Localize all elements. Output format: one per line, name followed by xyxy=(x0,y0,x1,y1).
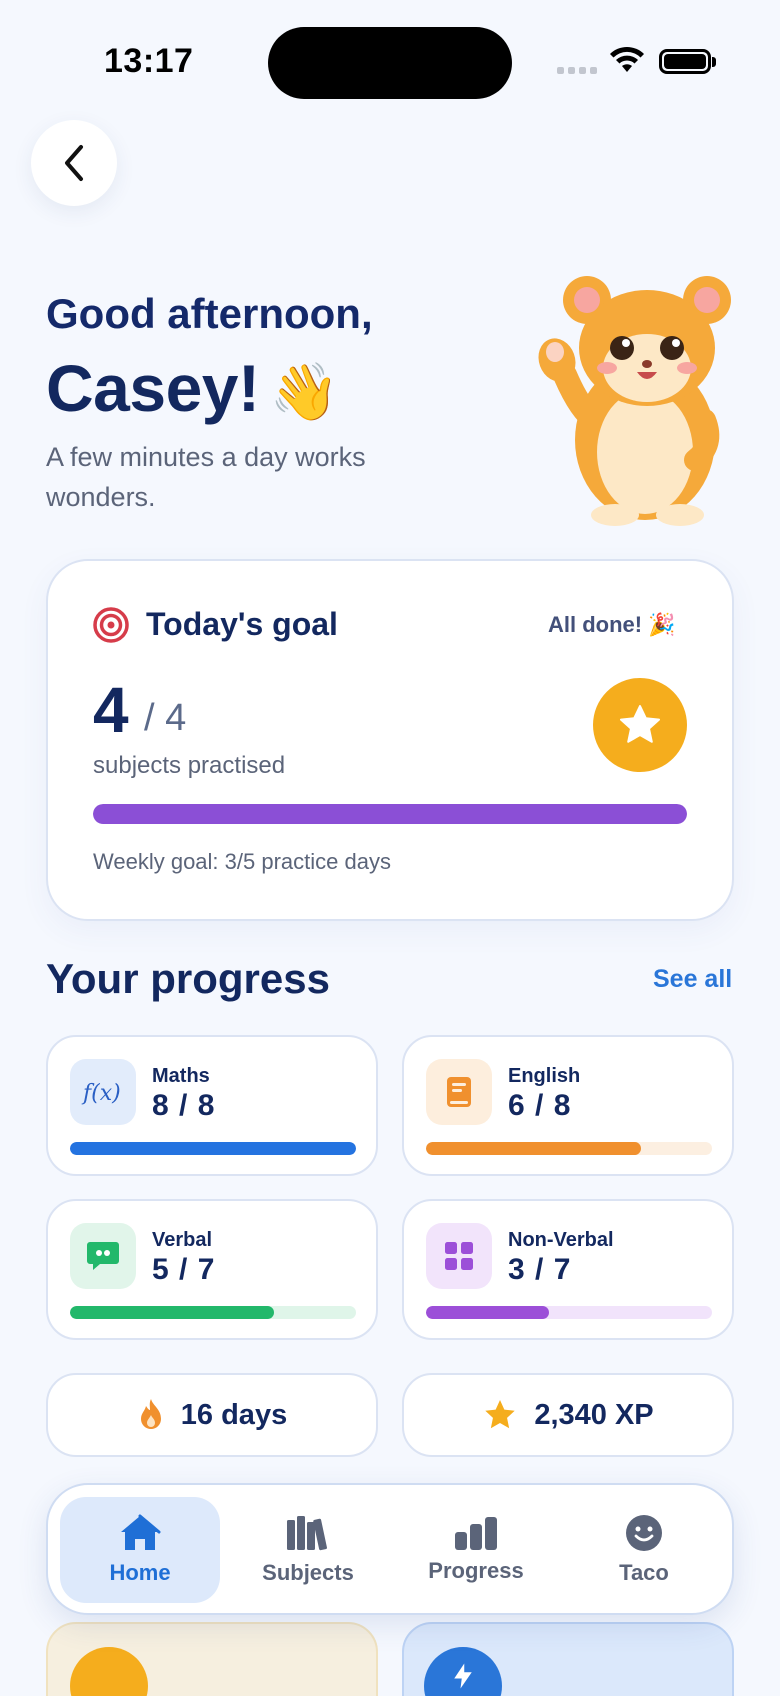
tab-taco[interactable]: Taco xyxy=(564,1497,724,1603)
greeting-subtitle: A few minutes a day works wonders. xyxy=(46,442,366,512)
subject-progress-fill xyxy=(70,1306,275,1319)
subject-icon-box xyxy=(426,1059,492,1125)
subject-progress-bar xyxy=(70,1306,356,1319)
streak-text: 16 days xyxy=(180,1398,288,1431)
star-icon xyxy=(620,705,660,743)
goal-progress-bar xyxy=(93,804,687,824)
progress-section-title: Your progress xyxy=(46,955,330,1002)
subject-name: Maths xyxy=(152,1065,210,1087)
goal-status: All done! 🎉 xyxy=(548,612,676,637)
shapes-grid-icon xyxy=(445,1242,473,1270)
subject-icon-box: f(x) xyxy=(70,1059,136,1125)
waving-hand-icon: 👋 xyxy=(269,360,339,423)
greeting-line: Good afternoon, xyxy=(46,290,373,337)
subject-name: Verbal xyxy=(152,1229,213,1251)
cellular-signal-icon xyxy=(557,67,597,77)
goal-title: Today's goal xyxy=(146,606,338,642)
xp-pill[interactable]: 2,340 XP xyxy=(402,1373,734,1457)
subject-progress-bar xyxy=(426,1142,712,1155)
subject-name: English xyxy=(508,1065,581,1087)
function-icon: f(x) xyxy=(81,1081,121,1106)
book-icon xyxy=(447,1077,471,1107)
subject-progress-fill xyxy=(426,1306,549,1319)
subject-score: 5 / 7 xyxy=(152,1253,216,1286)
xp-text: 2,340 XP xyxy=(534,1398,654,1431)
target-icon xyxy=(93,607,129,643)
goal-progress-fill xyxy=(93,804,687,824)
tab-home[interactable]: Home xyxy=(60,1497,220,1603)
subject-icon-box xyxy=(70,1223,136,1289)
tab-progress[interactable]: Progress xyxy=(396,1497,556,1603)
chevron-left-icon xyxy=(65,145,83,181)
tab-label: Subjects xyxy=(262,1560,354,1585)
weekly-goal-text: Weekly goal: 3/5 practice days xyxy=(93,849,391,874)
subject-score: 6 / 8 xyxy=(508,1089,572,1122)
subject-progress-bar xyxy=(70,1142,356,1155)
home-icon xyxy=(121,1514,161,1550)
subject-card-english[interactable]: English 6 / 8 xyxy=(402,1035,734,1176)
flame-icon xyxy=(140,1399,161,1429)
see-all-link[interactable]: See all xyxy=(653,965,732,994)
goal-count: 4 xyxy=(93,674,129,746)
books-icon xyxy=(287,1516,327,1551)
wifi-icon xyxy=(610,46,644,72)
battery-icon xyxy=(659,49,711,74)
hamster-mascot-illustration xyxy=(538,276,731,526)
svg-text:f(x): f(x) xyxy=(81,1081,121,1106)
goal-star-badge xyxy=(593,678,687,772)
subject-score: 8 / 8 xyxy=(152,1089,216,1122)
tab-label: Taco xyxy=(619,1560,669,1585)
back-button[interactable] xyxy=(31,120,117,206)
subject-card-non-verbal[interactable]: Non-Verbal 3 / 7 xyxy=(402,1199,734,1340)
subject-name: Non-Verbal xyxy=(508,1229,614,1251)
streak-pill[interactable]: 16 days xyxy=(46,1373,378,1457)
goal-caption: subjects practised xyxy=(93,752,286,779)
smiley-icon xyxy=(626,1515,662,1551)
goal-total: / 4 xyxy=(144,697,187,739)
bottom-tab-bar: Home Subjects Progress Taco xyxy=(46,1483,734,1615)
bar-chart-icon xyxy=(455,1517,497,1550)
subject-score: 3 / 7 xyxy=(508,1253,572,1286)
tab-label: Progress xyxy=(428,1558,524,1583)
tab-label: Home xyxy=(109,1560,171,1585)
user-name: Casey! xyxy=(46,351,260,425)
battery-tip xyxy=(712,57,716,67)
star-icon xyxy=(485,1400,516,1429)
subject-progress-bar xyxy=(426,1306,712,1319)
subject-progress-fill xyxy=(70,1142,356,1155)
status-time: 13:17 xyxy=(104,42,194,80)
dynamic-island xyxy=(268,27,512,99)
subject-card-maths[interactable]: f(x) Maths 8 / 8 xyxy=(46,1035,378,1176)
subject-icon-box xyxy=(426,1223,492,1289)
subject-card-verbal[interactable]: Verbal 5 / 7 xyxy=(46,1199,378,1340)
tab-subjects[interactable]: Subjects xyxy=(228,1497,388,1603)
subject-progress-fill xyxy=(426,1142,641,1155)
speech-bubble-icon xyxy=(87,1242,119,1270)
greeting-name: Casey! 👋 xyxy=(46,350,339,426)
